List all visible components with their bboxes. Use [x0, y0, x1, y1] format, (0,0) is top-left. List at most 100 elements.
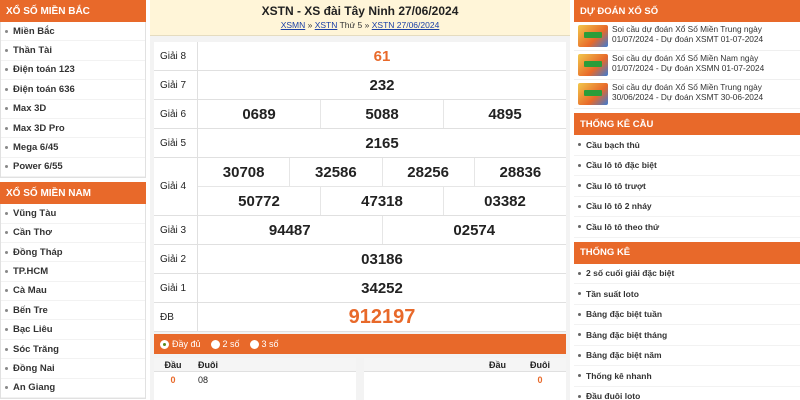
- sidebar-item[interactable]: Vũng Tàu: [1, 204, 145, 224]
- sidebar-item[interactable]: Đồng Nai: [1, 359, 145, 379]
- sidebar-item-label: Cần Thơ: [13, 227, 52, 239]
- breadcrumb-xstn-link[interactable]: XSTN: [315, 20, 338, 30]
- radio-icon: [210, 339, 220, 349]
- sidebar-item[interactable]: Sóc Trăng: [1, 340, 145, 360]
- display-option-label: 2 số: [222, 339, 240, 349]
- prediction-list: Soi cầu dự đoán Xổ Số Miền Trung ngày 01…: [574, 22, 800, 109]
- sidebar-item[interactable]: Power 6/55: [1, 158, 145, 178]
- bullet-icon: [5, 29, 8, 33]
- sidebar-item-label: Max 3D: [13, 103, 47, 115]
- bullet-icon: [5, 269, 8, 273]
- sidebar-item[interactable]: Thống kê nhanh: [574, 366, 800, 387]
- prize-number: 2165: [365, 134, 399, 152]
- south-lottery-list: Vũng Tàu Cần Thơ Đồng Tháp TP.HCM Cà Mau Bến …: [0, 204, 146, 400]
- sidebar-item[interactable]: Thần Tài: [1, 41, 145, 61]
- sidebar-item[interactable]: 2 số cuối giải đặc biệt: [574, 263, 800, 284]
- sidebar-item[interactable]: Bảng đặc biệt tháng: [574, 325, 800, 346]
- prediction-item[interactable]: Soi cầu dự đoán Xổ Số Miền Trung ngày 30…: [574, 80, 800, 109]
- display-option-radio[interactable]: Đầy đủ: [160, 339, 201, 349]
- sidebar-item-label: Cà Mau: [13, 285, 47, 297]
- sidebar-item[interactable]: Miền Bắc: [1, 22, 145, 42]
- bullet-icon: [5, 347, 8, 351]
- sidebar-item[interactable]: Đầu đuôi loto: [574, 386, 800, 400]
- sidebar-item[interactable]: Đồng Tháp: [1, 243, 145, 263]
- prize-row: Giải 4 30708 32586 28256 28836 50772 47318 0338…: [154, 158, 566, 216]
- prize-values: 0689 5088 4895: [198, 100, 566, 128]
- sidebar-item[interactable]: Bạc Liêu: [1, 320, 145, 340]
- prize-label: Giải 5: [154, 129, 198, 157]
- bullet-icon: [578, 143, 581, 147]
- display-option-radio[interactable]: 2 số: [210, 339, 240, 349]
- sidebar-item-label: Cầu lô tô 2 nháy: [586, 201, 652, 212]
- prize-label: Giải 7: [154, 71, 198, 99]
- bullet-icon: [578, 204, 581, 208]
- prize-number: 5088: [321, 100, 444, 128]
- sidebar-item-label: Bảng đặc biệt tháng: [586, 329, 668, 340]
- prize-line: 232: [198, 71, 566, 99]
- tail-row-duoi: 0: [537, 375, 543, 385]
- bullet-icon: [5, 366, 8, 370]
- sidebar-item-label: Cầu bạch thủ: [586, 139, 640, 150]
- prize-label: Giải 2: [154, 245, 198, 273]
- sidebar-item[interactable]: Cầu lô tô theo thứ: [574, 217, 800, 238]
- sidebar-item-label: Bảng đặc biệt tuần: [586, 309, 663, 320]
- display-option-radio[interactable]: 3 số: [249, 339, 279, 349]
- prize-number: 34252: [361, 279, 403, 297]
- prize-label: Giải 1: [154, 274, 198, 302]
- head-tail-tables: Đầu Đuôi 0 08 Đầu Đuôi 0: [154, 358, 566, 400]
- prize-row: ĐB 912197: [154, 303, 566, 332]
- sidebar-item[interactable]: Tần suất loto: [574, 284, 800, 305]
- sidebar-item[interactable]: Cầu bạch thủ: [574, 135, 800, 156]
- breadcrumb-weekday: Thứ 5 »: [337, 20, 372, 30]
- prize-number: 232: [369, 76, 395, 94]
- left-sidebar: XỔ SỐ MIỀN BẮC Miền Bắc Thần Tài Điện toán…: [0, 0, 146, 400]
- breadcrumb-xsmn-link[interactable]: XSMN: [281, 20, 306, 30]
- prediction-thumbnail: [578, 83, 608, 105]
- prize-number: 03186: [361, 250, 403, 268]
- bullet-icon: [578, 333, 581, 337]
- prize-row: Giải 1 34252: [154, 274, 566, 303]
- sidebar-item[interactable]: Cầu lô tô trượt: [574, 176, 800, 197]
- sidebar-item-label: Thống kê nhanh: [586, 370, 652, 381]
- bullet-icon: [578, 353, 581, 357]
- bullet-icon: [5, 87, 8, 91]
- bullet-icon: [578, 225, 581, 229]
- sidebar-item-label: Power 6/55: [13, 161, 63, 173]
- sidebar-item[interactable]: An Giang: [1, 379, 145, 399]
- bullet-icon: [5, 289, 8, 293]
- sidebar-item[interactable]: Điện toán 636: [1, 80, 145, 100]
- sidebar-item[interactable]: TP.HCM: [1, 262, 145, 282]
- bullet-icon: [578, 184, 581, 188]
- prediction-link[interactable]: Soi cầu dự đoán Xổ Số Miền Trung ngày 01…: [612, 24, 796, 47]
- sidebar-item[interactable]: Điện toán 123: [1, 61, 145, 81]
- prediction-link[interactable]: Soi cầu dự đoán Xổ Số Miền Trung ngày 30…: [612, 82, 796, 105]
- prize-row: Giải 5 2165: [154, 129, 566, 158]
- prediction-link[interactable]: Soi cầu dự đoán Xổ Số Miền Nam ngày 01/0…: [612, 53, 796, 76]
- prize-values: 232: [198, 71, 566, 99]
- sidebar-item[interactable]: Bến Tre: [1, 301, 145, 321]
- sidebar-item-label: Cầu lô tô đặc biệt: [586, 160, 657, 171]
- sidebar-item[interactable]: Max 3D Pro: [1, 119, 145, 139]
- sidebar-item[interactable]: Bảng đặc biệt tuần: [574, 304, 800, 325]
- sidebar-item[interactable]: Cà Mau: [1, 282, 145, 302]
- sidebar-item-label: Đồng Nai: [13, 362, 55, 374]
- prize-number: 03382: [484, 192, 526, 210]
- sidebar-item[interactable]: Max 3D: [1, 100, 145, 119]
- sidebar-item[interactable]: Bảng đặc biệt năm: [574, 345, 800, 366]
- head-col-duoi: Đuôi: [198, 359, 218, 370]
- sidebar-item-label: Bảng đặc biệt năm: [586, 350, 662, 361]
- breadcrumb-date-link[interactable]: XSTN 27/06/2024: [372, 20, 440, 30]
- head-row-duoi: 08: [198, 375, 209, 385]
- prediction-item[interactable]: Soi cầu dự đoán Xổ Số Miền Trung ngày 01…: [574, 22, 800, 51]
- sidebar-item[interactable]: Cầu lô tô 2 nháy: [574, 196, 800, 217]
- prize-values: 34252: [198, 274, 566, 302]
- prize-number: 28836: [499, 163, 542, 181]
- prediction-item[interactable]: Soi cầu dự đoán Xổ Số Miền Nam ngày 01/0…: [574, 51, 800, 80]
- prize-number: 94487: [198, 216, 383, 244]
- prize-values: 03186: [198, 245, 566, 273]
- sidebar-item[interactable]: Mega 6/45: [1, 138, 145, 158]
- sidebar-item[interactable]: Cần Thơ: [1, 224, 145, 243]
- table-row: 0: [364, 372, 566, 388]
- bullet-icon: [578, 374, 581, 378]
- sidebar-item[interactable]: Cầu lô tô đặc biệt: [574, 155, 800, 176]
